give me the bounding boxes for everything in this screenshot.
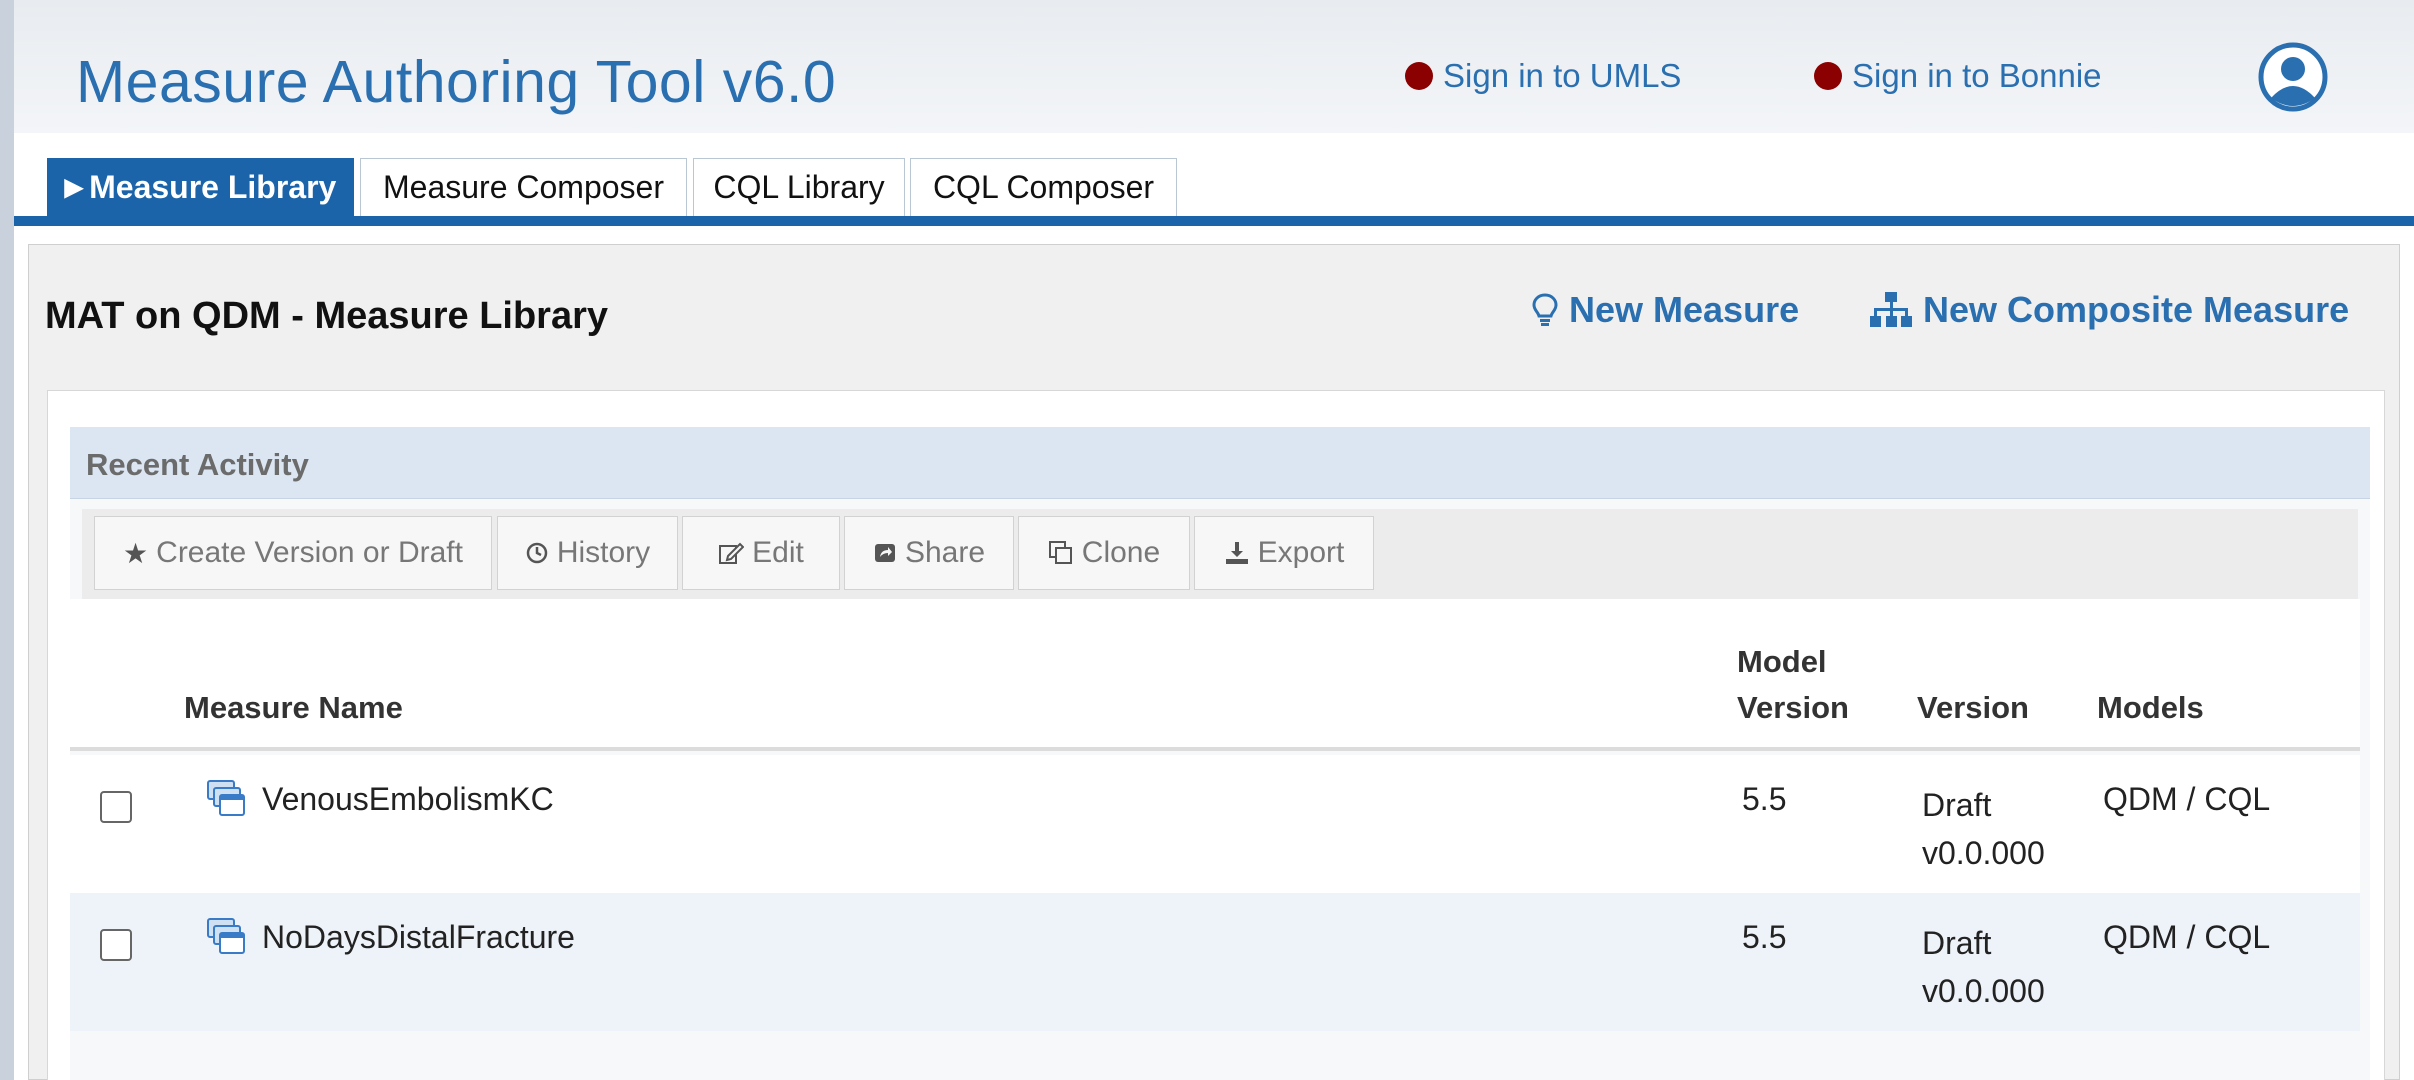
- measure-name: NoDaysDistalFracture: [262, 919, 575, 955]
- sign-in-umls-label: Sign in to UMLS: [1443, 57, 1682, 94]
- version-value: Draft v0.0.000: [1922, 787, 2045, 871]
- column-header-measure-name[interactable]: Measure Name: [184, 685, 403, 731]
- new-composite-measure-label: New Composite Measure: [1923, 289, 2350, 330]
- column-header-version[interactable]: Version: [1917, 685, 2029, 731]
- clone-button[interactable]: Clone: [1018, 516, 1190, 590]
- app-title: Measure Authoring Tool v6.0: [76, 49, 837, 115]
- tab-measure-composer[interactable]: Measure Composer: [360, 158, 687, 217]
- new-composite-measure-button[interactable]: New Composite Measure: [1869, 289, 2349, 331]
- model-version-value: 5.5: [1742, 781, 1787, 817]
- table-row[interactable]: VenousEmbolismKC 5.5 Draft v0.0.000 QDM …: [70, 755, 2360, 893]
- edit-label: Edit: [752, 536, 804, 569]
- active-tab-arrow-icon: ▶: [64, 174, 84, 201]
- lightbulb-icon: [1532, 293, 1558, 326]
- share-label: Share: [904, 536, 986, 569]
- column-header-model-version[interactable]: Model Version: [1737, 639, 1887, 731]
- tab-underline-divider: [14, 216, 2414, 226]
- models-value: QDM / CQL: [2103, 919, 2271, 955]
- star-icon: ★: [123, 537, 149, 569]
- tab-label: Measure Composer: [383, 169, 664, 205]
- history-label: History: [556, 536, 651, 569]
- tab-measure-library[interactable]: ▶ Measure Library: [47, 158, 354, 217]
- clone-label: Clone: [1081, 536, 1161, 569]
- library-content: Recent Activity ★ Create Version or Draf…: [47, 390, 2385, 1080]
- download-icon: [1225, 542, 1248, 564]
- table-header: Measure Name Model Version Version Model…: [70, 599, 2360, 751]
- new-measure-label: New Measure: [1569, 289, 1800, 330]
- measure-document-icon: [207, 780, 245, 816]
- tab-cql-library[interactable]: CQL Library: [693, 158, 905, 217]
- version-value: Draft v0.0.000: [1922, 925, 2045, 1009]
- page-title: MAT on QDM - Measure Library: [45, 295, 609, 337]
- measure-toolbar: ★ Create Version or Draft History Edit S…: [82, 509, 2358, 599]
- main-tabs: ▶ Measure Library Measure Composer CQL L…: [14, 133, 2414, 229]
- recent-activity-header: Recent Activity: [70, 427, 2370, 499]
- column-header-models[interactable]: Models: [2097, 685, 2204, 731]
- tab-cql-composer[interactable]: CQL Composer: [910, 158, 1177, 217]
- app-header: Measure Authoring Tool v6.0 Sign in to U…: [14, 0, 2414, 133]
- export-label: Export: [1257, 536, 1345, 569]
- clock-icon: [526, 542, 548, 564]
- share-button[interactable]: Share: [844, 516, 1014, 590]
- measure-library-panel: MAT on QDM - Measure Library New Measure…: [28, 244, 2400, 1080]
- tab-label: Measure Library: [89, 169, 337, 205]
- export-button[interactable]: Export: [1194, 516, 1374, 590]
- status-dot-icon: [1405, 62, 1433, 90]
- model-version-value: 5.5: [1742, 919, 1787, 955]
- sign-in-bonnie-link[interactable]: Sign in to Bonnie: [1814, 57, 2102, 95]
- measure-name: VenousEmbolismKC: [262, 781, 554, 817]
- clone-icon: [1048, 541, 1072, 564]
- measure-document-icon: [207, 918, 245, 954]
- user-avatar-icon[interactable]: [2258, 42, 2328, 112]
- table-row[interactable]: NoDaysDistalFracture 5.5 Draft v0.0.000 …: [70, 893, 2360, 1031]
- create-version-button[interactable]: ★ Create Version or Draft: [94, 516, 492, 590]
- sign-in-umls-link[interactable]: Sign in to UMLS: [1405, 57, 1681, 95]
- status-dot-icon: [1814, 62, 1842, 90]
- left-edge-bar: [0, 0, 14, 1080]
- row-select-checkbox[interactable]: [100, 791, 132, 823]
- history-button[interactable]: History: [497, 516, 678, 590]
- edit-icon: [719, 542, 745, 564]
- share-icon: [874, 544, 895, 562]
- models-value: QDM / CQL: [2103, 781, 2271, 817]
- edit-button[interactable]: Edit: [682, 516, 840, 590]
- recent-activity-section: Recent Activity ★ Create Version or Draf…: [70, 427, 2370, 1080]
- recent-activity-heading: Recent Activity: [86, 447, 309, 482]
- sitemap-icon: [1870, 292, 1912, 327]
- tab-label: CQL Library: [713, 169, 885, 205]
- create-version-label: Create Version or Draft: [156, 536, 463, 569]
- sign-in-bonnie-label: Sign in to Bonnie: [1852, 57, 2102, 94]
- new-measure-button[interactable]: New Measure: [1531, 289, 1799, 331]
- tab-label: CQL Composer: [932, 169, 1155, 205]
- row-select-checkbox[interactable]: [100, 929, 132, 961]
